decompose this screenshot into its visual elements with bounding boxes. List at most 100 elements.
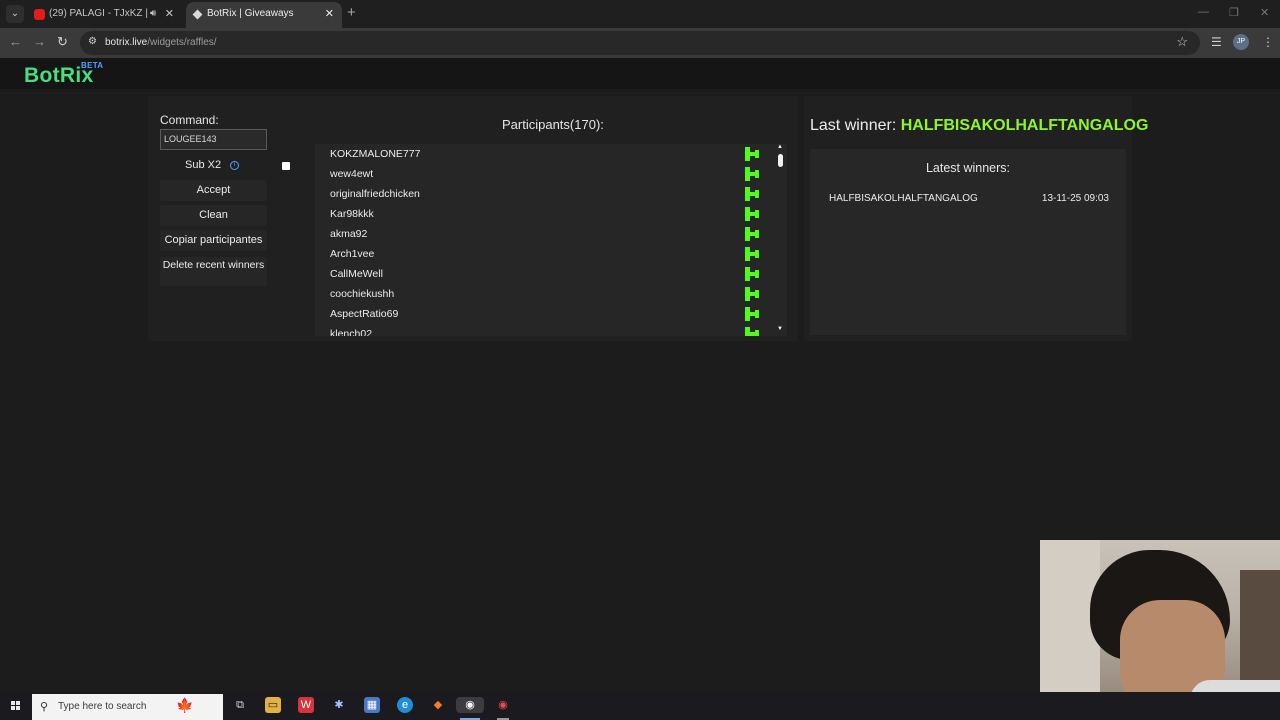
participant-name: AspectRatio69 [330, 308, 399, 320]
forward-icon[interactable]: → [33, 34, 46, 49]
profile-avatar[interactable]: JP [1233, 34, 1249, 50]
windows-taskbar: ⚲ Type here to search 🍁 ⧉ ▭ W ✱ ▦ e ◆ ◉ … [0, 692, 1280, 720]
tab-title: (29) PALAGI - TJxKZ | LIVE S [49, 8, 149, 19]
kick-icon [745, 147, 759, 161]
tab-close-icon[interactable]: ✕ [325, 2, 334, 26]
participant-row[interactable]: wew4ewt [315, 164, 787, 184]
command-input[interactable]: LOUGEE143 [160, 129, 267, 150]
participants-list[interactable]: KOKZMALONE777 wew4ewt originalfriedchick… [315, 144, 787, 336]
participant-name: originalfriedchicken [330, 188, 420, 200]
participant-name: akma92 [330, 228, 368, 240]
tab-botrix[interactable]: BotRix | Giveaways ✕ [186, 2, 342, 28]
participant-name: coochiekushh [330, 288, 395, 300]
kick-icon [745, 187, 759, 201]
url-text[interactable]: botrix.live/widgets/raffles/ [105, 37, 217, 48]
sub-x2-label: Sub X2 [185, 159, 222, 171]
participant-row[interactable]: CallMeWell [315, 264, 787, 284]
participant-name: CallMeWell [330, 268, 383, 280]
url-host: botrix.live [105, 37, 148, 48]
windows-start-icon[interactable] [11, 701, 21, 711]
taskbar-search-box[interactable]: ⚲ Type here to search 🍁 [32, 694, 223, 720]
kick-icon [745, 307, 759, 321]
kick-icon [745, 247, 759, 261]
delete-recent-winners-button[interactable]: Delete recent winners [160, 257, 267, 286]
command-label: Command: [160, 113, 219, 127]
participant-row[interactable]: Arch1vee [315, 244, 787, 264]
search-icon: ⚲ [40, 701, 49, 713]
participant-name: klench02 [330, 328, 373, 336]
browser-toolbar: ← → ↻ ⚙ botrix.live/widgets/raffles/ ☆ ☰… [0, 28, 1280, 58]
participant-row[interactable]: KOKZMALONE777 [315, 144, 787, 164]
raffle-panel: Command: LOUGEE143 Sub X2 i Accept Clean… [148, 96, 798, 341]
copy-participants-button[interactable]: Copiar participantes [160, 230, 267, 251]
info-icon[interactable]: i [230, 161, 239, 170]
scroll-down-icon[interactable]: ▼ [777, 326, 783, 332]
beta-badge: BETA [81, 61, 104, 70]
last-winner-name: HALFBISAKOLHALFTANGALOG [900, 117, 1149, 134]
participant-row[interactable]: akma92 [315, 224, 787, 244]
participant-name: Kar98kkk [330, 208, 374, 220]
participants-scrollbar[interactable]: ▲ ▼ [775, 144, 787, 336]
botrix-icon [192, 9, 203, 20]
speaker-icon[interactable]: 🔊︎ [150, 2, 156, 26]
participant-row[interactable]: klench02 [315, 324, 787, 336]
calculator-icon[interactable]: ▦ [364, 697, 380, 713]
last-winner-heading: Last winner: HALFBISAKOLHALFTANGALOG [810, 117, 1148, 135]
tab-youtube[interactable]: (29) PALAGI - TJxKZ | LIVE S 🔊︎ ✕ [28, 2, 182, 28]
reload-icon[interactable]: ↻ [57, 34, 68, 50]
window-close-icon[interactable]: ✕ [1260, 6, 1269, 19]
menu-kebab-icon[interactable]: ⋮ [1262, 35, 1274, 49]
chrome-icon[interactable]: ◉ [456, 697, 484, 713]
scroll-thumb[interactable] [778, 154, 783, 167]
new-tab-button[interactable]: + [347, 4, 356, 21]
kick-icon [745, 287, 759, 301]
participants-title: Participants(170): [502, 117, 604, 132]
wps-office-icon[interactable]: W [298, 697, 314, 713]
latest-winners-box: Latest winners: HALFBISAKOLHALFTANGALOG … [810, 149, 1126, 335]
participant-name: KOKZMALONE777 [330, 148, 421, 160]
minimize-icon[interactable]: — [1198, 6, 1209, 18]
search-highlight-icon: 🍁 [176, 697, 194, 713]
tab-title: BotRix | Giveaways [207, 8, 294, 19]
restore-icon[interactable]: ❐ [1229, 6, 1239, 19]
browser-tabstrip: ⌄ (29) PALAGI - TJxKZ | LIVE S 🔊︎ ✕ BotR… [0, 0, 1280, 28]
back-icon[interactable]: ← [9, 34, 22, 49]
winner-row: HALFBISAKOLHALFTANGALOG 13-11-25 09:03 [829, 193, 1109, 204]
accept-button[interactable]: Accept [160, 180, 267, 201]
chrome-profile-icon[interactable]: ◉ [495, 697, 511, 713]
task-view-icon[interactable]: ⧉ [232, 697, 248, 713]
kick-icon [745, 327, 759, 336]
participant-row[interactable]: AspectRatio69 [315, 304, 787, 324]
kick-icon [745, 207, 759, 221]
edge-icon[interactable]: e [397, 697, 413, 713]
settings-app-icon[interactable]: ✱ [331, 697, 347, 713]
scroll-up-icon[interactable]: ▲ [777, 144, 783, 150]
participant-row[interactable]: originalfriedchicken [315, 184, 787, 204]
winners-panel: Last winner: HALFBISAKOLHALFTANGALOG Lat… [804, 96, 1148, 341]
site-info-icon[interactable]: ⚙ [88, 36, 97, 47]
reading-list-icon[interactable]: ☰ [1211, 35, 1222, 49]
winner-timestamp: 13-11-25 09:03 [1041, 193, 1109, 204]
clean-button[interactable]: Clean [160, 205, 267, 226]
winner-name: HALFBISAKOLHALFTANGALOG [829, 193, 978, 204]
youtube-icon [34, 9, 45, 20]
participant-row[interactable]: coochiekushh [315, 284, 787, 304]
address-bar[interactable]: ⚙ botrix.live/widgets/raffles/ ☆ [80, 31, 1200, 55]
url-path: /widgets/raffles/ [147, 37, 217, 48]
sub-x2-checkbox[interactable] [282, 162, 290, 170]
kick-icon [745, 227, 759, 241]
last-winner-label: Last winner: [810, 117, 897, 134]
tab-close-icon[interactable]: ✕ [165, 2, 174, 26]
file-explorer-icon[interactable]: ▭ [265, 697, 281, 713]
bookmark-star-icon[interactable]: ☆ [1176, 34, 1188, 50]
kick-icon [745, 167, 759, 181]
participant-row[interactable]: Kar98kkk [315, 204, 787, 224]
tab-search-chevron-icon[interactable]: ⌄ [6, 5, 24, 23]
kick-icon [745, 267, 759, 281]
taskbar-app-icon[interactable]: ◆ [430, 697, 446, 713]
sub-x2-row: Sub X2 i [160, 159, 290, 175]
site-navbar: BotRix BETA [0, 58, 1280, 89]
latest-winners-title: Latest winners: [925, 161, 1011, 175]
botrix-logo[interactable]: BotRix BETA [24, 61, 103, 88]
participant-name: Arch1vee [330, 248, 375, 260]
